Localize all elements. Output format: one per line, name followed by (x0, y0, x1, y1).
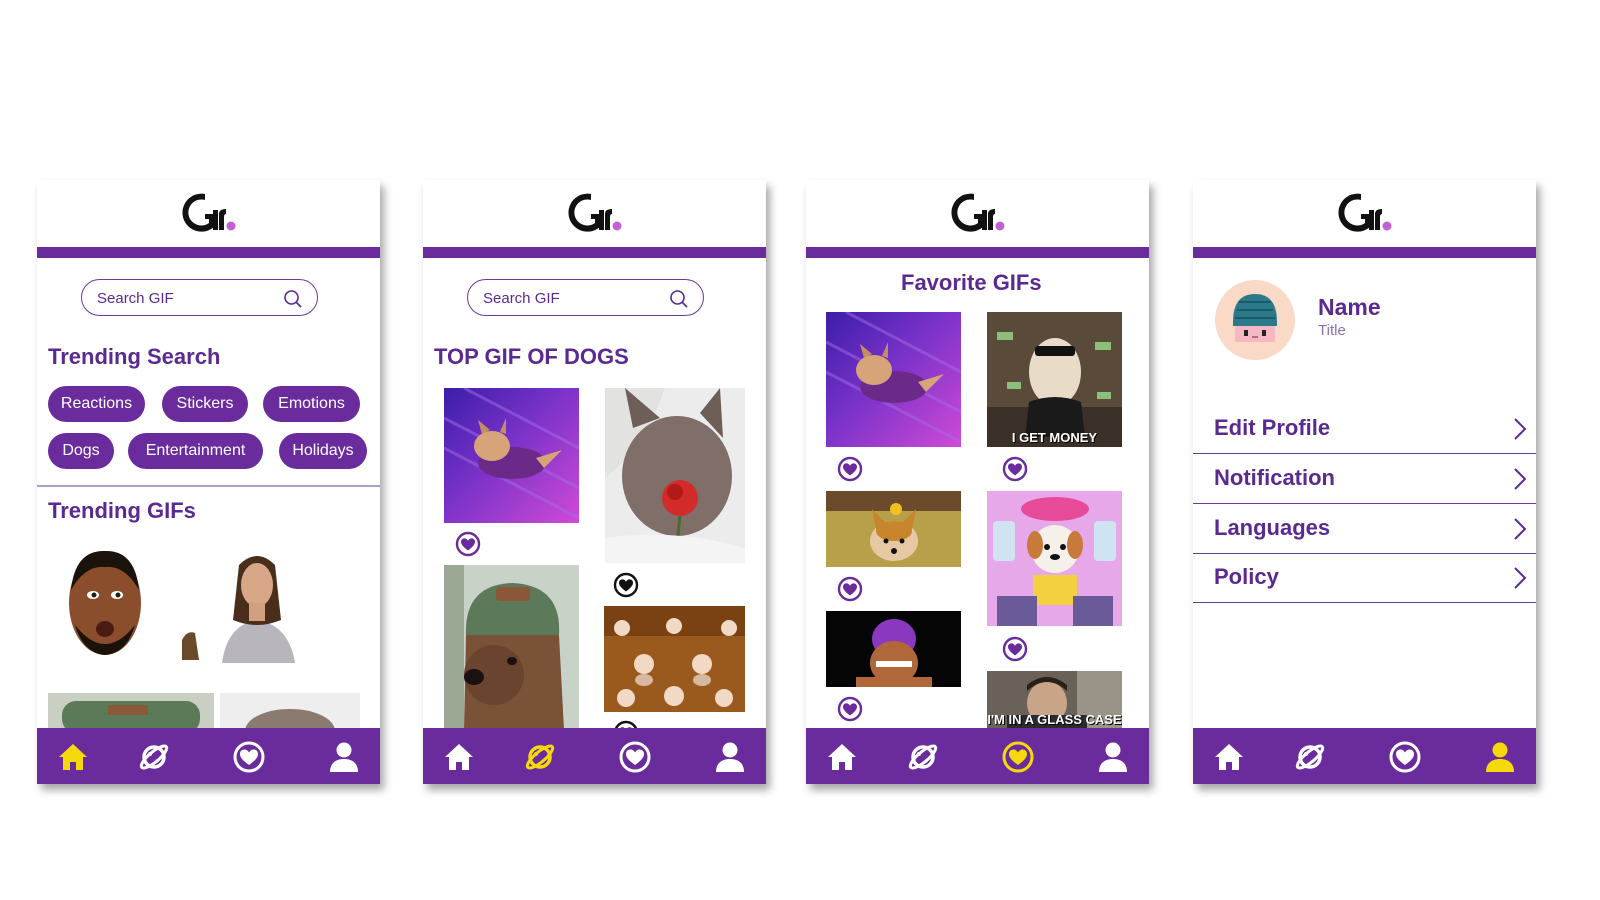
favorite-heart-icon[interactable] (837, 456, 863, 482)
nav-planet-icon[interactable] (1293, 740, 1327, 774)
favorite-heart-icon[interactable] (455, 531, 481, 557)
menu-item-policy[interactable]: Policy (1193, 553, 1536, 603)
section-divider (37, 485, 380, 487)
search-field[interactable] (467, 279, 704, 316)
nav-home-icon[interactable] (825, 740, 859, 774)
menu-item-label: Edit Profile (1214, 415, 1331, 440)
favorite-heart-icon[interactable] (837, 576, 863, 602)
app-logo (1193, 188, 1536, 240)
tag-chip-entertainment[interactable]: Entertainment (128, 433, 263, 469)
search-field[interactable] (81, 279, 318, 316)
avatar[interactable] (1215, 280, 1295, 360)
menu-item-label: Notification (1214, 465, 1335, 490)
gif-angry-character[interactable] (826, 611, 961, 687)
search-icon[interactable] (283, 289, 303, 309)
menu-item-notification[interactable]: Notification (1193, 454, 1536, 504)
gif-shiba-bath[interactable] (826, 491, 961, 567)
chevron-right-icon (1512, 416, 1528, 442)
app-logo (806, 188, 1149, 240)
nav-heart-icon[interactable] (1001, 740, 1035, 774)
profile-name: Name (1318, 294, 1381, 320)
trending-gif-person[interactable] (177, 545, 337, 663)
nav-heart-icon[interactable] (1388, 740, 1422, 774)
gif-dog-beanie[interactable] (444, 565, 579, 730)
gif-caption: I GET MONEY (1011, 430, 1098, 445)
nav-planet-icon[interactable] (523, 740, 557, 774)
nav-home-icon[interactable] (442, 740, 476, 774)
menu-item-edit-profile[interactable]: Edit Profile (1193, 404, 1536, 454)
bottom-nav (806, 728, 1149, 784)
results-title: TOP GIF OF DOGS (434, 344, 629, 369)
header-bar (37, 247, 380, 258)
search-results-screen: TOP GIF OF DOGS (423, 180, 766, 784)
menu-item-label: Policy (1214, 564, 1279, 589)
favorite-heart-icon[interactable] (1002, 456, 1028, 482)
home-screen: Trending Search Reactions Stickers Emoti… (37, 180, 380, 784)
gif-poodles-grid[interactable] (604, 606, 745, 712)
nav-user-icon[interactable] (1096, 740, 1130, 774)
bottom-nav (1193, 728, 1536, 784)
gif-dog-flower[interactable] (605, 388, 745, 563)
favorites-title: Favorite GIFs (901, 270, 1042, 295)
nav-user-icon[interactable] (1483, 740, 1517, 774)
profile-title: Title (1318, 322, 1346, 339)
nav-planet-icon[interactable] (137, 740, 171, 774)
header-bar (806, 247, 1149, 258)
gif-caption: I'M IN A GLASS CASE (987, 712, 1122, 727)
app-logo (423, 188, 766, 240)
menu-item-languages[interactable]: Languages (1193, 504, 1536, 554)
favorite-heart-icon[interactable] (837, 696, 863, 722)
chevron-right-icon (1512, 516, 1528, 542)
tag-chip-stickers[interactable]: Stickers (162, 386, 248, 422)
trending-gif-dog-beanie[interactable] (48, 693, 214, 733)
nav-planet-icon[interactable] (906, 740, 940, 774)
search-icon[interactable] (669, 289, 689, 309)
nav-heart-icon[interactable] (232, 740, 266, 774)
header-bar (1193, 247, 1536, 258)
search-input[interactable] (483, 288, 663, 308)
favorites-screen: Favorite GIFs I GET MONEY I'M IN A GLASS… (806, 180, 1149, 784)
trending-gifs-title: Trending GIFs (48, 498, 196, 523)
favorite-heart-icon[interactable] (1002, 636, 1028, 662)
chevron-right-icon (1512, 466, 1528, 492)
bottom-nav (423, 728, 766, 784)
app-logo (37, 188, 380, 240)
profile-screen: Name Title Edit Profile Notification Lan… (1193, 180, 1536, 784)
gif-glass-case[interactable]: I'M IN A GLASS CASE (987, 671, 1122, 729)
tag-chip-holidays[interactable]: Holidays (279, 433, 367, 469)
trending-search-title: Trending Search (48, 344, 221, 369)
trending-gif-face[interactable] (65, 545, 145, 660)
gif-emoji-dog[interactable] (987, 491, 1122, 626)
bottom-nav (37, 728, 380, 784)
nav-user-icon[interactable] (713, 740, 747, 774)
tag-chip-dogs[interactable]: Dogs (48, 433, 114, 469)
trending-gif-dog-flower[interactable] (220, 693, 360, 733)
search-input[interactable] (97, 288, 277, 308)
tag-chip-reactions[interactable]: Reactions (48, 386, 145, 422)
nav-home-icon[interactable] (1212, 740, 1246, 774)
favorite-heart-icon-active[interactable] (613, 572, 639, 598)
tag-chip-emotions[interactable]: Emotions (263, 386, 360, 422)
nav-heart-icon[interactable] (618, 740, 652, 774)
gif-money-dog[interactable]: I GET MONEY (987, 312, 1122, 447)
gif-flying-dog[interactable] (826, 312, 961, 447)
header-bar (423, 247, 766, 258)
nav-user-icon[interactable] (327, 740, 361, 774)
chevron-right-icon (1512, 565, 1528, 591)
nav-home-icon[interactable] (56, 740, 90, 774)
menu-item-label: Languages (1214, 515, 1331, 540)
gif-flying-dog[interactable] (444, 388, 579, 523)
